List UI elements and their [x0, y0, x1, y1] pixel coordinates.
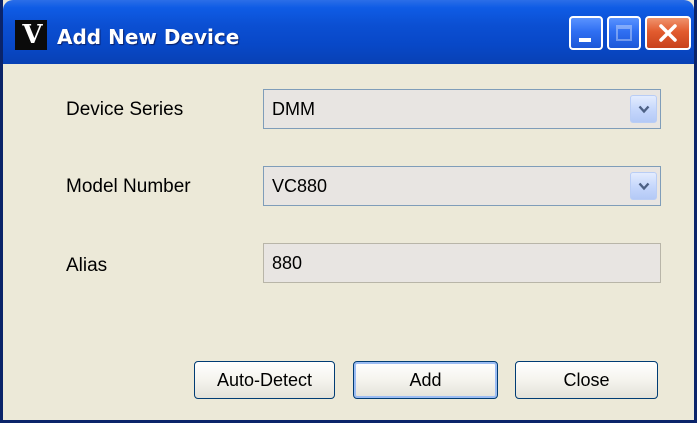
model-number-dropdown-button[interactable] [630, 172, 657, 200]
model-number-value: VC880 [272, 176, 328, 196]
minimize-icon [579, 38, 591, 42]
chevron-down-icon [638, 182, 650, 191]
app-logo-icon: V [15, 20, 47, 50]
window-title: Add New Device [57, 25, 240, 49]
device-series-dropdown[interactable]: DMM [263, 89, 661, 129]
chevron-down-icon [638, 105, 650, 114]
title-bar[interactable]: V Add New Device [3, 0, 694, 64]
maximize-icon [616, 25, 632, 41]
device-series-label: Device Series [66, 99, 184, 120]
alias-value: 880 [272, 253, 303, 273]
add-button[interactable]: Add [353, 361, 498, 399]
add-device-dialog: V Add New Device Device Series DMM Model… [0, 0, 697, 423]
minimize-button[interactable] [569, 16, 603, 50]
close-button[interactable]: Close [515, 361, 658, 399]
close-window-button[interactable] [645, 16, 691, 50]
alias-input[interactable]: 880 [263, 243, 661, 283]
maximize-button[interactable] [607, 16, 641, 50]
auto-detect-button[interactable]: Auto-Detect [194, 361, 335, 399]
device-series-dropdown-button[interactable] [630, 95, 657, 123]
close-icon [659, 24, 677, 42]
device-series-value: DMM [272, 99, 315, 119]
model-number-label: Model Number [66, 176, 191, 197]
alias-label: Alias [66, 255, 108, 276]
model-number-dropdown[interactable]: VC880 [263, 166, 661, 206]
